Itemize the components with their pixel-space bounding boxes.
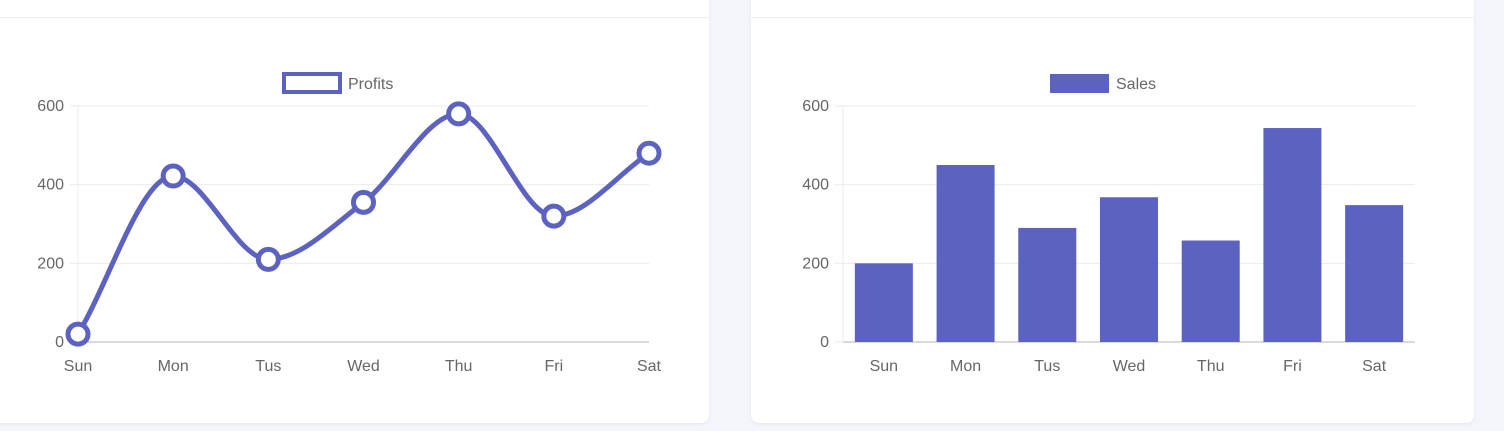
legend-label: Sales [1116, 76, 1156, 93]
x-tick-label: Tus [1034, 358, 1060, 375]
chart-legend[interactable]: Sales [1050, 74, 1156, 93]
bar [854, 263, 913, 342]
y-tick-label: 600 [802, 98, 829, 115]
bar [1018, 227, 1077, 342]
bar [1100, 197, 1158, 342]
x-tick-label: Sun [870, 358, 898, 375]
bar [1345, 205, 1404, 342]
y-tick-label: 400 [802, 177, 829, 194]
y-tick-label: 200 [802, 255, 829, 272]
x-tick-label: Wed [1113, 358, 1146, 375]
bar [1263, 128, 1322, 342]
legend-swatch [1050, 74, 1109, 93]
x-tick-label: Sat [1362, 358, 1387, 375]
bar [936, 165, 995, 342]
x-tick-label: Mon [950, 358, 981, 375]
sales-bar-chart: 0 200 400 600 Sun Mon Tus Wed Thu Fri Sat Sales [802, 74, 1415, 375]
x-tick-label: Thu [1197, 358, 1225, 375]
bar [1181, 240, 1240, 342]
y-tick-label: 0 [820, 334, 829, 351]
x-tick-label: Fri [1283, 358, 1302, 375]
